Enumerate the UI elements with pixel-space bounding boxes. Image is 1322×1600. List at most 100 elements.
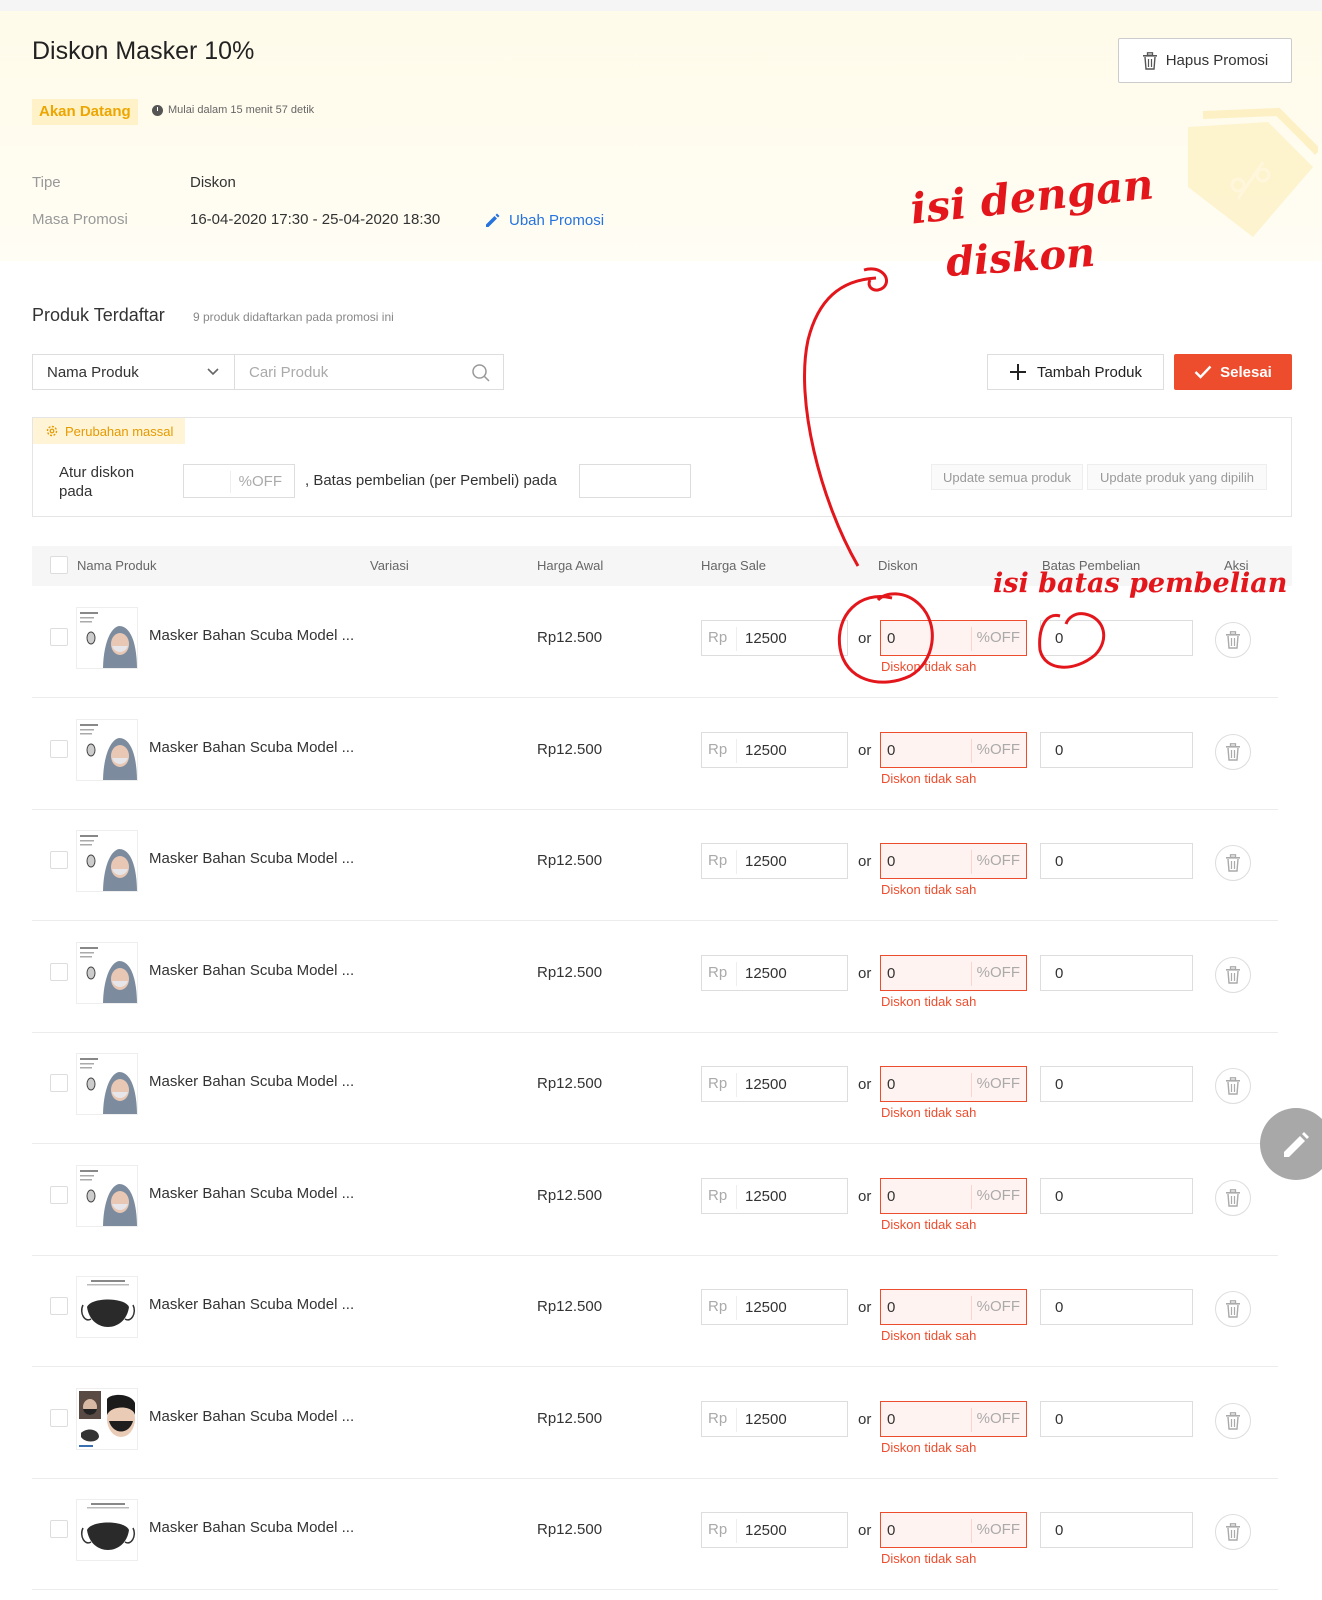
row-checkbox[interactable] bbox=[50, 1074, 68, 1092]
row-checkbox[interactable] bbox=[50, 628, 68, 646]
annotation-discount-note-2: diskon bbox=[944, 228, 1097, 287]
done-label: Selesai bbox=[1220, 363, 1272, 381]
period-label: Masa Promosi bbox=[32, 211, 128, 228]
currency-prefix: Rp bbox=[708, 1075, 728, 1092]
sale-price-input[interactable]: Rp 12500 bbox=[701, 843, 848, 879]
input-divider bbox=[736, 1408, 737, 1432]
product-name[interactable]: Masker Bahan Scuba Model ... bbox=[149, 1519, 354, 1536]
product-name[interactable]: Masker Bahan Scuba Model ... bbox=[149, 962, 354, 979]
row-checkbox[interactable] bbox=[50, 1409, 68, 1427]
product-thumbnail bbox=[76, 830, 138, 892]
sale-price-input[interactable]: Rp 12500 bbox=[701, 1066, 848, 1102]
product-name[interactable]: Masker Bahan Scuba Model ... bbox=[149, 1073, 354, 1090]
original-price: Rp12.500 bbox=[537, 1410, 603, 1427]
done-button[interactable]: Selesai bbox=[1174, 354, 1292, 390]
delete-row-button[interactable] bbox=[1215, 1514, 1251, 1550]
discount-input[interactable]: 0 %OFF bbox=[880, 1066, 1027, 1102]
filter-select-value: Nama Produk bbox=[47, 363, 139, 381]
discount-value: 0 bbox=[887, 1076, 896, 1093]
trash-icon bbox=[1226, 1077, 1240, 1095]
mass-discount-input[interactable]: %OFF bbox=[183, 464, 295, 498]
product-name[interactable]: Masker Bahan Scuba Model ... bbox=[149, 850, 354, 867]
sale-price-input[interactable]: Rp 12500 bbox=[701, 955, 848, 991]
sale-price-input[interactable]: Rp 12500 bbox=[701, 1401, 848, 1437]
discount-input[interactable]: 0 %OFF bbox=[880, 732, 1027, 768]
purchase-limit-input[interactable]: 0 bbox=[1040, 620, 1193, 656]
input-divider bbox=[736, 1519, 737, 1543]
product-name[interactable]: Masker Bahan Scuba Model ... bbox=[149, 1296, 354, 1313]
trash-icon bbox=[1226, 743, 1240, 761]
product-name[interactable]: Masker Bahan Scuba Model ... bbox=[149, 627, 354, 644]
section-subtitle: 9 produk didaftarkan pada promosi ini bbox=[193, 310, 394, 324]
purchase-limit-input[interactable]: 0 bbox=[1040, 732, 1193, 768]
product-name[interactable]: Masker Bahan Scuba Model ... bbox=[149, 1185, 354, 1202]
purchase-limit-input[interactable]: 0 bbox=[1040, 1066, 1193, 1102]
sale-price-input[interactable]: Rp 12500 bbox=[701, 732, 848, 768]
delete-row-button[interactable] bbox=[1215, 957, 1251, 993]
filter-select[interactable]: Nama Produk bbox=[32, 354, 235, 390]
purchase-limit-input[interactable]: 0 bbox=[1040, 955, 1193, 991]
discount-input[interactable]: 0 %OFF bbox=[880, 1178, 1027, 1214]
delete-row-button[interactable] bbox=[1215, 1068, 1251, 1104]
sale-price-input[interactable]: Rp 12500 bbox=[701, 1512, 848, 1548]
purchase-limit-input[interactable]: 0 bbox=[1040, 1401, 1193, 1437]
trash-icon bbox=[1226, 966, 1240, 984]
row-checkbox[interactable] bbox=[50, 851, 68, 869]
purchase-limit-value: 0 bbox=[1055, 1299, 1064, 1316]
sale-price-input[interactable]: Rp 12500 bbox=[701, 620, 848, 656]
sale-price-value: 12500 bbox=[745, 1522, 787, 1539]
input-divider bbox=[971, 962, 972, 986]
delete-promo-button[interactable]: Hapus Promosi bbox=[1118, 38, 1292, 83]
mass-limit-input[interactable] bbox=[579, 464, 691, 498]
search-input[interactable] bbox=[235, 355, 455, 389]
discount-input[interactable]: 0 %OFF bbox=[880, 620, 1027, 656]
page-title: Diskon Masker 10% bbox=[32, 37, 255, 65]
row-checkbox[interactable] bbox=[50, 963, 68, 981]
row-checkbox[interactable] bbox=[50, 1186, 68, 1204]
row-checkbox[interactable] bbox=[50, 740, 68, 758]
product-name[interactable]: Masker Bahan Scuba Model ... bbox=[149, 739, 354, 756]
edit-promo-link[interactable]: Ubah Promosi bbox=[484, 211, 604, 229]
product-thumbnail bbox=[76, 1388, 138, 1450]
or-text: or bbox=[858, 1299, 872, 1316]
update-all-button[interactable]: Update semua produk bbox=[931, 464, 1083, 490]
search-icon[interactable] bbox=[471, 363, 491, 383]
product-name[interactable]: Masker Bahan Scuba Model ... bbox=[149, 1408, 354, 1425]
delete-row-button[interactable] bbox=[1215, 734, 1251, 770]
discount-input[interactable]: 0 %OFF bbox=[880, 955, 1027, 991]
discount-input[interactable]: 0 %OFF bbox=[880, 843, 1027, 879]
discount-input[interactable]: 0 %OFF bbox=[880, 1512, 1027, 1548]
delete-row-button[interactable] bbox=[1215, 845, 1251, 881]
edit-fab-button[interactable] bbox=[1260, 1108, 1322, 1180]
sale-price-input[interactable]: Rp 12500 bbox=[701, 1289, 848, 1325]
add-product-button[interactable]: Tambah Produk bbox=[987, 354, 1164, 390]
input-divider bbox=[971, 1408, 972, 1432]
row-checkbox[interactable] bbox=[50, 1520, 68, 1538]
delete-row-button[interactable] bbox=[1215, 1180, 1251, 1216]
add-product-label: Tambah Produk bbox=[1036, 363, 1143, 381]
sale-price-value: 12500 bbox=[745, 630, 787, 647]
discount-input[interactable]: 0 %OFF bbox=[880, 1289, 1027, 1325]
input-divider bbox=[736, 1073, 737, 1097]
or-text: or bbox=[858, 1522, 872, 1539]
discount-input[interactable]: 0 %OFF bbox=[880, 1401, 1027, 1437]
purchase-limit-input[interactable]: 0 bbox=[1040, 843, 1193, 879]
delete-row-button[interactable] bbox=[1215, 1403, 1251, 1439]
purchase-limit-input[interactable]: 0 bbox=[1040, 1289, 1193, 1325]
edit-promo-label: Ubah Promosi bbox=[509, 211, 605, 229]
purchase-limit-input[interactable]: 0 bbox=[1040, 1178, 1193, 1214]
update-selected-button[interactable]: Update produk yang dipilih bbox=[1087, 464, 1267, 490]
discount-error: Diskon tidak sah bbox=[881, 1328, 977, 1343]
delete-row-button[interactable] bbox=[1215, 622, 1251, 658]
delete-row-button[interactable] bbox=[1215, 1291, 1251, 1327]
or-text: or bbox=[858, 1076, 872, 1093]
sale-price-value: 12500 bbox=[745, 853, 787, 870]
purchase-limit-input[interactable]: 0 bbox=[1040, 1512, 1193, 1548]
or-text: or bbox=[858, 1188, 872, 1205]
select-all-checkbox[interactable] bbox=[50, 556, 68, 574]
row-checkbox[interactable] bbox=[50, 1297, 68, 1315]
mass-edit-tag-label: Perubahan massal bbox=[65, 423, 174, 439]
sale-price-input[interactable]: Rp 12500 bbox=[701, 1178, 848, 1214]
plus-icon bbox=[1009, 364, 1026, 380]
original-price: Rp12.500 bbox=[537, 1521, 603, 1538]
